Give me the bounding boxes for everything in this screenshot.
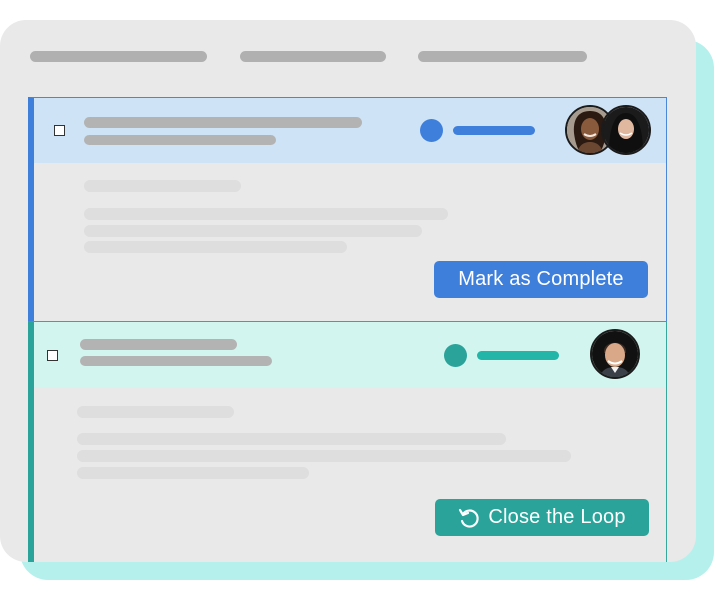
app-window: Mark as Complete Close the Loop (0, 20, 696, 562)
undo-arrow-icon (458, 507, 480, 529)
task-title-placeholder (80, 339, 237, 350)
close-the-loop-button[interactable]: Close the Loop (435, 499, 649, 536)
close-the-loop-label: Close the Loop (488, 506, 626, 528)
tab-placeholder-1[interactable] (30, 51, 207, 62)
detail-heading-placeholder (77, 406, 234, 418)
detail-line-placeholder (77, 467, 309, 479)
task-subtitle-placeholder (84, 135, 276, 145)
mark-as-complete-button[interactable]: Mark as Complete (434, 261, 648, 298)
detail-line-placeholder (77, 433, 506, 445)
detail-line-placeholder (77, 450, 571, 462)
task-checkbox[interactable] (54, 125, 65, 136)
status-dot (444, 344, 467, 367)
task-checkbox[interactable] (47, 350, 58, 361)
assignee-avatar-2[interactable] (601, 105, 651, 155)
task-card-teal[interactable]: Close the Loop (28, 321, 667, 562)
task-card-blue[interactable]: Mark as Complete (28, 97, 667, 322)
mark-as-complete-label: Mark as Complete (458, 268, 624, 290)
task-card-header[interactable] (34, 322, 666, 387)
detail-line-placeholder (84, 208, 448, 220)
status-dot (420, 119, 443, 142)
detail-line-placeholder (84, 225, 422, 237)
detail-heading-placeholder (84, 180, 241, 192)
task-card-header[interactable] (34, 98, 666, 163)
task-subtitle-placeholder (80, 356, 272, 366)
task-title-placeholder (84, 117, 362, 128)
tab-placeholder-3[interactable] (418, 51, 587, 62)
assignee-avatar[interactable] (590, 329, 640, 379)
status-bar (477, 351, 559, 360)
tab-placeholder-2[interactable] (240, 51, 386, 62)
status-bar (453, 126, 535, 135)
detail-line-placeholder (84, 241, 347, 253)
